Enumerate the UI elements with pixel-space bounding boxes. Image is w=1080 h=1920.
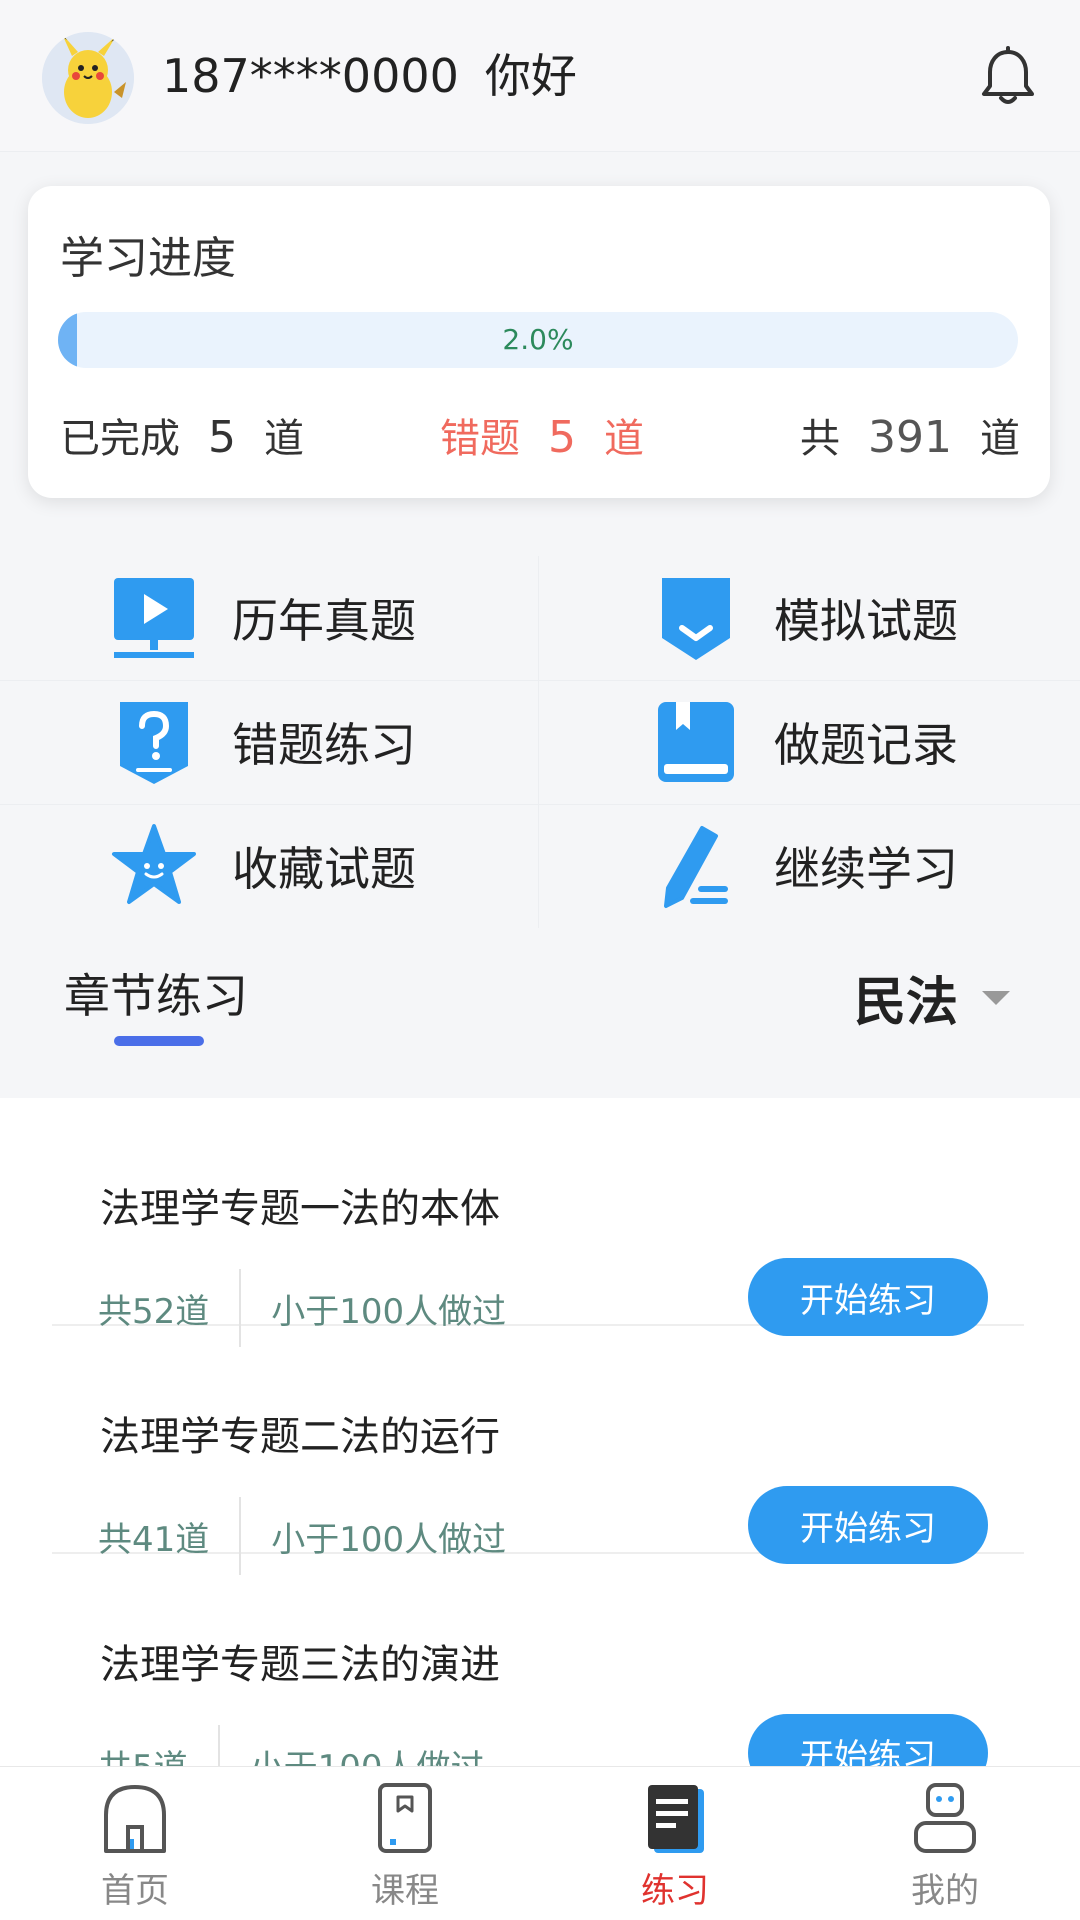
chapter-people: 小于100人做过 bbox=[250, 1740, 485, 1767]
function-grid: 历年真题 模拟试题 错题练习 做题记录 收藏试题 继续学习 bbox=[0, 556, 1080, 928]
star-icon bbox=[112, 824, 196, 904]
tab-practice[interactable]: 练习 bbox=[540, 1767, 810, 1920]
progress-percent: 2.0% bbox=[502, 323, 574, 356]
bottom-tab-bar: 首页 课程 练习 我的 bbox=[0, 1766, 1080, 1920]
total-stat: 共 391 道 bbox=[800, 408, 1020, 469]
tab-label: 课程 bbox=[371, 1871, 439, 1911]
home-icon bbox=[104, 1785, 166, 1853]
profile-icon bbox=[914, 1783, 976, 1853]
meta-divider bbox=[217, 1725, 220, 1766]
tab-profile[interactable]: 我的 bbox=[810, 1767, 1080, 1920]
total-label: 共 bbox=[800, 416, 841, 462]
tab-courses[interactable]: 课程 bbox=[270, 1767, 540, 1920]
menu-records[interactable]: 做题记录 bbox=[540, 680, 1080, 804]
chapter-meta: 共5道 小于100人做过 bbox=[98, 1724, 485, 1766]
past-exam-icon bbox=[114, 578, 194, 658]
phone-number: 187****0000 bbox=[162, 49, 459, 103]
menu-past-exams[interactable]: 历年真题 bbox=[0, 556, 540, 680]
chapter-title: 法理学专题一法的本体 bbox=[100, 1186, 500, 1232]
list-item: 法理学专题二法的运行 共41道 小于100人做过 开始练习 bbox=[52, 1326, 1024, 1575]
chapter-count: 共5道 bbox=[98, 1740, 188, 1767]
tab-chapter-practice[interactable]: 章节练习 bbox=[64, 960, 248, 1026]
tab-home[interactable]: 首页 bbox=[0, 1767, 270, 1920]
menu-label: 做题记录 bbox=[774, 718, 958, 772]
menu-label: 模拟试题 bbox=[774, 594, 958, 648]
list-item: 法理学专题三法的演进 共5道 小于100人做过 开始练习 bbox=[52, 1554, 1024, 1766]
start-practice-button[interactable]: 开始练习 bbox=[748, 1486, 988, 1564]
list-item: 法理学专题一法的本体 共52道 小于100人做过 开始练习 bbox=[52, 1098, 1024, 1347]
wrong-count: 5 bbox=[548, 412, 576, 463]
total-unit: 道 bbox=[980, 416, 1020, 462]
done-unit: 道 bbox=[264, 416, 304, 462]
menu-label: 继续学习 bbox=[774, 842, 958, 896]
progress-stats: 已完成 5 道 错题 5 道 共 391 道 bbox=[60, 408, 1020, 468]
practice-icon bbox=[648, 1785, 704, 1853]
start-practice-button[interactable]: 开始练习 bbox=[748, 1714, 988, 1766]
tab-label: 我的 bbox=[911, 1871, 979, 1911]
header: 187****0000 你好 bbox=[0, 0, 1080, 152]
subject-selector[interactable]: 民法 bbox=[854, 960, 1010, 1035]
menu-mock-exams[interactable]: 模拟试题 bbox=[540, 556, 1080, 680]
done-count: 5 bbox=[208, 412, 236, 463]
subject-label: 民法 bbox=[853, 973, 958, 1033]
tab-indicator bbox=[114, 1036, 204, 1046]
course-icon bbox=[378, 1783, 432, 1853]
greeting: 187****0000 你好 bbox=[162, 46, 577, 106]
mock-exam-icon bbox=[662, 578, 730, 660]
tab-label: 练习 bbox=[641, 1871, 709, 1911]
pikachu-avatar-icon bbox=[42, 32, 134, 124]
progress-bar: 2.0% bbox=[58, 312, 1018, 368]
menu-wrong-practice[interactable]: 错题练习 bbox=[0, 680, 540, 804]
chapter-title: 法理学专题三法的演进 bbox=[100, 1642, 500, 1688]
tab-label: 首页 bbox=[101, 1871, 169, 1911]
menu-label: 错题练习 bbox=[232, 718, 416, 772]
hello-text: 你好 bbox=[484, 49, 577, 103]
wrong-label: 错题 bbox=[440, 416, 520, 462]
record-book-icon bbox=[658, 702, 734, 782]
menu-favorites[interactable]: 收藏试题 bbox=[0, 804, 540, 928]
done-stat: 已完成 5 道 bbox=[60, 408, 304, 469]
chapter-list: 法理学专题一法的本体 共52道 小于100人做过 开始练习 法理学专题二法的运行… bbox=[0, 1098, 1080, 1766]
menu-continue[interactable]: 继续学习 bbox=[540, 804, 1080, 928]
wrong-stat[interactable]: 错题 5 道 bbox=[440, 408, 644, 469]
menu-label: 历年真题 bbox=[232, 594, 416, 648]
total-count: 391 bbox=[868, 412, 952, 463]
chapter-title: 法理学专题二法的运行 bbox=[100, 1414, 500, 1460]
wrong-unit: 道 bbox=[604, 416, 644, 462]
wrong-question-icon bbox=[120, 702, 188, 784]
start-practice-button[interactable]: 开始练习 bbox=[748, 1258, 988, 1336]
caret-down-icon bbox=[982, 990, 1010, 1005]
pencil-icon bbox=[664, 826, 728, 908]
progress-title: 学习进度 bbox=[60, 233, 236, 284]
bell-icon[interactable] bbox=[976, 44, 1040, 108]
menu-label: 收藏试题 bbox=[232, 842, 416, 896]
avatar[interactable] bbox=[42, 32, 134, 124]
done-label: 已完成 bbox=[60, 416, 180, 462]
progress-card: 学习进度 2.0% 已完成 5 道 错题 5 道 共 391 道 bbox=[28, 186, 1050, 498]
